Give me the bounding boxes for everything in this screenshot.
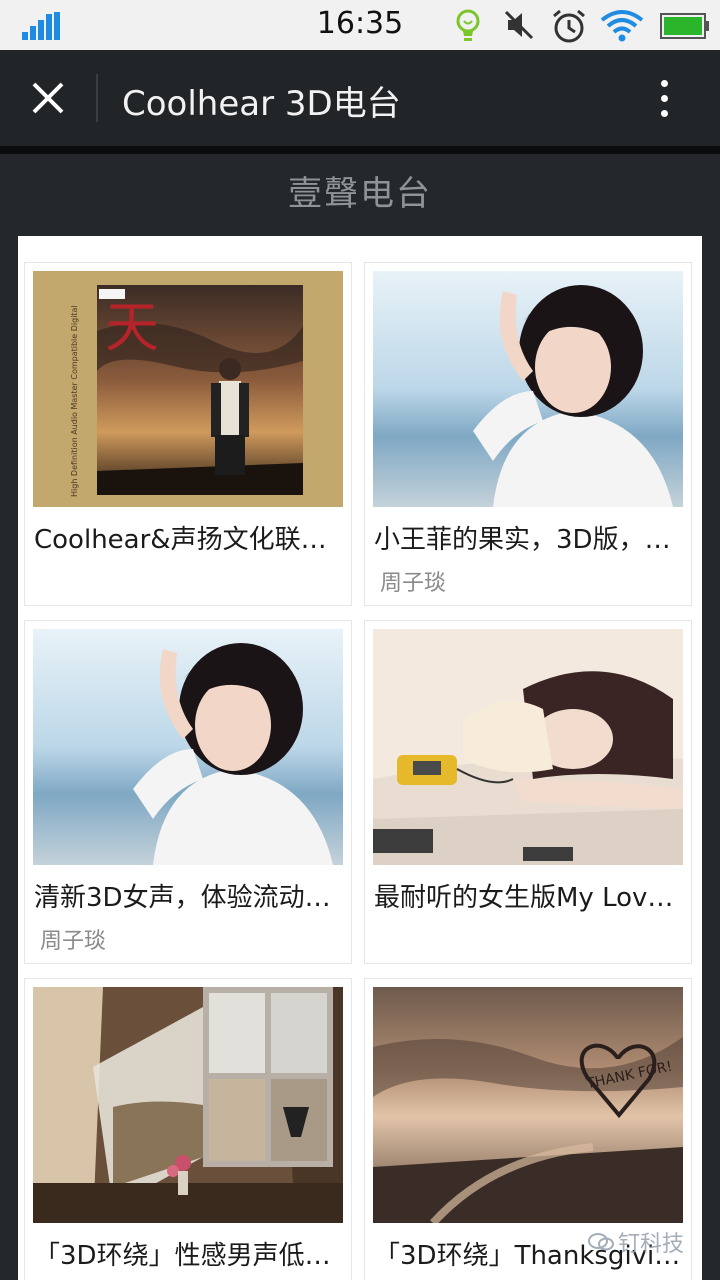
- mute-icon: [504, 10, 534, 40]
- watermark: 钉科技: [588, 1226, 684, 1258]
- station-title: 壹聲电台: [288, 174, 432, 214]
- track-thumbnail: [33, 629, 343, 865]
- track-title: 「3D环绕」性感男声低…: [34, 1241, 331, 1271]
- track-title: 清新3D女声，体验流动…: [34, 883, 331, 913]
- track-card[interactable]: 「3D环绕」性感男声低…: [24, 978, 352, 1280]
- track-title: 最耐听的女生版My Lov…: [374, 883, 674, 913]
- close-icon: [32, 82, 64, 114]
- track-grid: 天 High Definition Audio Master Compatibl…: [18, 236, 702, 1280]
- watermark-text: 钉科技: [618, 1232, 685, 1257]
- track-card[interactable]: 天 High Definition Audio Master Compatibl…: [24, 262, 352, 606]
- track-thumbnail: 天 High Definition Audio Master Compatibl…: [33, 271, 343, 507]
- title-divider: [96, 74, 98, 122]
- status-time: 16:35: [316, 6, 404, 41]
- title-bar-shadow: [0, 146, 720, 154]
- track-author: 周子琰: [380, 571, 447, 596]
- page-title: Coolhear 3D电台: [122, 84, 401, 124]
- track-card[interactable]: 小王菲的果实，3D版，… 周子琰: [364, 262, 692, 606]
- alarm-icon: [553, 9, 585, 43]
- more-vertical-icon: [660, 79, 668, 87]
- track-thumbnail: THANK FOR!: [373, 987, 683, 1223]
- track-title: Coolhear&声扬文化联…: [34, 525, 327, 555]
- more-menu-button[interactable]: [640, 68, 688, 128]
- close-button[interactable]: [18, 68, 78, 128]
- wechat-icon: [588, 1233, 614, 1251]
- status-bar: 16:35: [0, 0, 720, 50]
- title-bar: Coolhear 3D电台: [0, 50, 720, 146]
- track-thumbnail: [33, 987, 343, 1223]
- track-thumbnail: [373, 629, 683, 865]
- track-card[interactable]: 清新3D女声，体验流动… 周子琰: [24, 620, 352, 964]
- track-title: 小王菲的果实，3D版，…: [374, 525, 671, 555]
- track-author: 周子琰: [40, 929, 107, 954]
- track-card[interactable]: 最耐听的女生版My Lov…: [364, 620, 692, 964]
- wifi-icon: [600, 10, 644, 42]
- track-thumbnail: [373, 271, 683, 507]
- battery-icon: [660, 13, 709, 39]
- album-art-vertical-text: High Definition Audio Master Compatible …: [70, 305, 79, 497]
- svg-text:天: 天: [105, 296, 159, 359]
- signal-icon: [22, 12, 62, 40]
- bulb-icon: [456, 9, 480, 41]
